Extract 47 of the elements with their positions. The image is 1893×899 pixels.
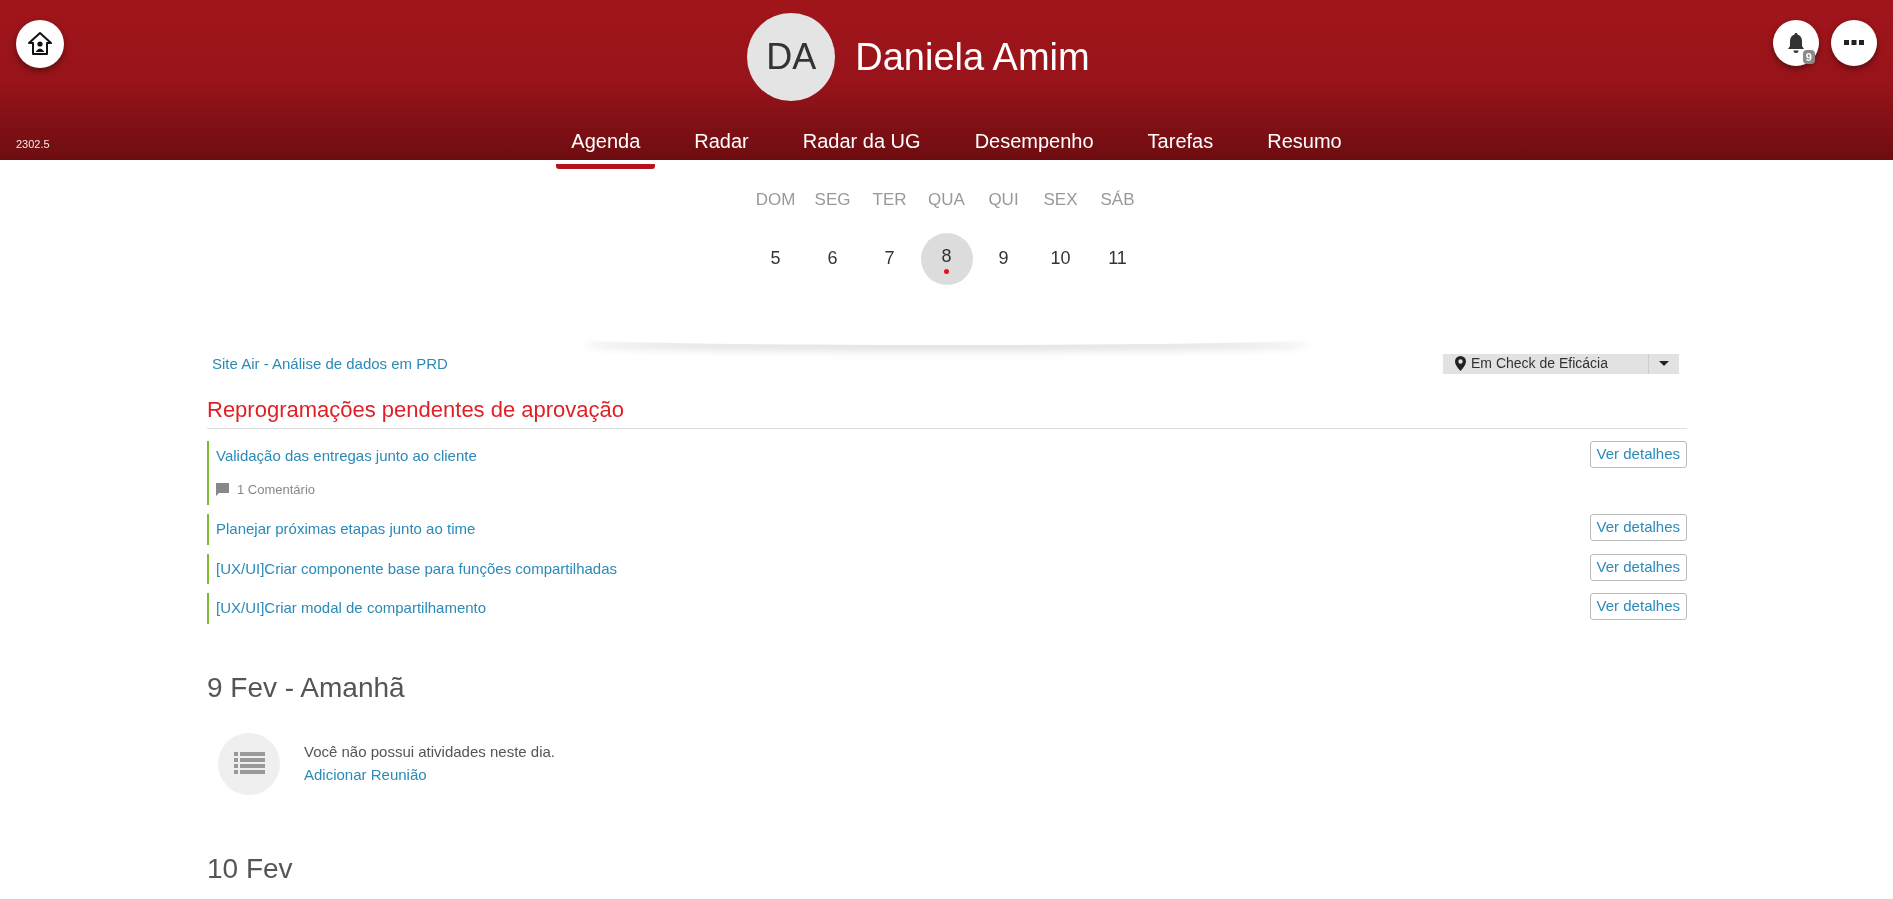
section-heading: Reprogramações pendentes de aprovação xyxy=(207,393,1687,429)
version-label: 2302.5 xyxy=(16,136,50,152)
task-link[interactable]: Planejar próximas etapas junto ao time xyxy=(216,518,476,541)
day-button[interactable]: 5 xyxy=(749,232,802,285)
day-button[interactable]: 7 xyxy=(863,232,916,285)
avatar: DA xyxy=(747,13,836,101)
day-button[interactable]: 10 xyxy=(1034,232,1087,285)
add-meeting-link[interactable]: Adicionar Reunião xyxy=(304,763,555,786)
status-dropdown[interactable]: Em Check de Eficácia xyxy=(1443,353,1679,374)
comment-icon xyxy=(216,482,229,496)
empty-message: Você não possui atividades neste dia. xyxy=(304,742,555,762)
details-button[interactable]: Ver detalhes xyxy=(1589,514,1687,541)
more-icon xyxy=(1844,40,1864,46)
day-button[interactable]: 8 xyxy=(920,232,973,285)
project-link[interactable]: Site Air - Análise de dados em PRD xyxy=(212,352,448,375)
caret-icon xyxy=(1659,361,1669,367)
user-name: Daniela Amim xyxy=(855,34,1090,80)
details-button[interactable]: Ver detalhes xyxy=(1589,593,1687,620)
weekday-label: SEX xyxy=(1043,189,1078,211)
day-button[interactable]: 6 xyxy=(806,232,859,285)
weekday-label: SÁB xyxy=(1100,189,1135,211)
weekday-label: QUA xyxy=(928,189,965,211)
task-link[interactable]: [UX/UI]Criar componente base para funções compartilhadas xyxy=(216,557,618,580)
weekday-label: QUI xyxy=(988,189,1019,211)
weekday-label: DOM xyxy=(755,189,796,211)
task-link[interactable]: [UX/UI]Criar modal de compartilhamento xyxy=(216,597,487,620)
nav-tab[interactable]: Desempenho xyxy=(959,126,1109,169)
day-button[interactable]: 9 xyxy=(977,232,1030,285)
nav-tab[interactable]: Tarefas xyxy=(1132,126,1229,169)
task-link[interactable]: Validação das entregas junto ao cliente xyxy=(216,445,477,468)
weekday-label: SEG xyxy=(814,189,851,211)
nav-tab[interactable]: Agenda xyxy=(556,126,656,169)
day-heading: 10 Fev xyxy=(207,851,294,886)
nav-tab[interactable]: Radar da UG xyxy=(787,126,936,169)
details-button[interactable]: Ver detalhes xyxy=(1589,553,1687,581)
location-pin-icon xyxy=(1455,356,1466,372)
nav-tab[interactable]: Resumo xyxy=(1252,126,1357,169)
details-button[interactable]: Ver detalhes xyxy=(1589,441,1687,468)
comment-count: 1 Comentário xyxy=(237,480,316,499)
more-button[interactable] xyxy=(1831,20,1877,66)
weekday-label: TER xyxy=(872,189,907,211)
nav-tab[interactable]: Radar xyxy=(679,126,764,169)
home-button[interactable] xyxy=(16,20,64,68)
home-person-icon xyxy=(26,30,54,58)
day-button[interactable]: 11 xyxy=(1091,232,1144,285)
day-heading: 9 Fev - Amanhã xyxy=(207,670,406,705)
notification-count: 9 xyxy=(1802,50,1815,64)
